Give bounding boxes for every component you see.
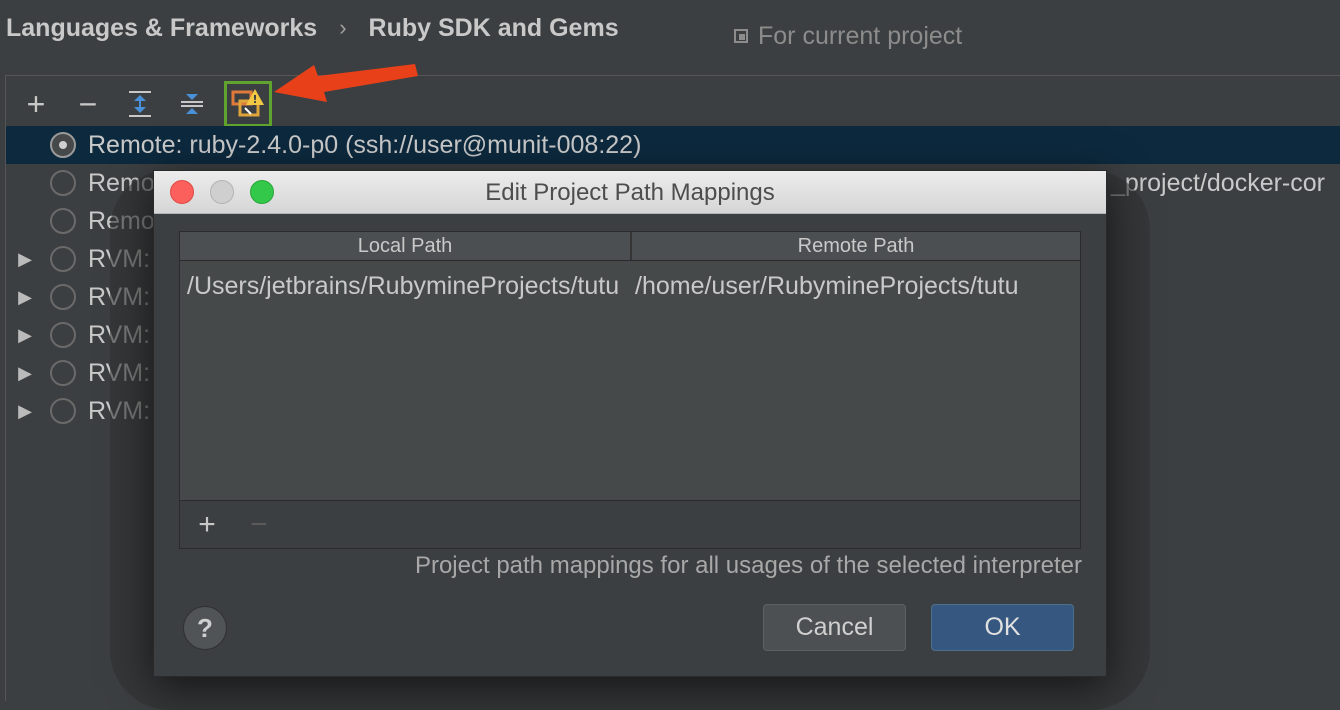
column-header-local-path[interactable]: Local Path [180,232,632,260]
remove-sdk-button[interactable]: − [68,84,108,124]
sdk-radio-button[interactable] [50,284,76,310]
sdk-radio-button[interactable] [50,208,76,234]
remote-path-cell[interactable]: /home/user/RubymineProjects/tutu [630,272,1080,301]
path-mappings-icon: ! [231,89,264,117]
breadcrumb-separator: › [339,15,347,40]
breadcrumb: Languages & Frameworks › Ruby SDK and Ge… [6,12,619,44]
breadcrumb-current: Ruby SDK and Gems [368,13,619,42]
remove-mapping-button[interactable]: − [244,508,274,542]
edit-path-mappings-button[interactable]: ! [224,81,272,127]
sdk-radio-button[interactable] [50,170,76,196]
expand-arrow-icon[interactable]: ▶ [16,287,34,308]
dialog-hint: Project path mappings for all usages of … [414,552,1082,579]
ok-button[interactable]: OK [931,604,1074,651]
collapse-all-button[interactable] [172,84,212,124]
table-toolbar: + − [180,500,1080,548]
sdk-radio-button[interactable] [50,398,76,424]
svg-text:!: ! [252,93,257,106]
sdk-radio-button[interactable] [50,360,76,386]
sdk-list-item[interactable]: Remote: ruby-2.4.0-p0 (ssh://user@munit-… [6,126,1340,164]
scope-label: For current project [758,21,963,50]
dialog-titlebar: Edit Project Path Mappings [154,171,1106,214]
table-header: Local Path Remote Path [180,232,1080,261]
collapse-all-icon [181,94,203,114]
local-path-cell[interactable]: /Users/jetbrains/RubymineProjects/tutu [180,272,630,301]
sdk-radio-button[interactable] [50,322,76,348]
add-mapping-button[interactable]: + [192,508,222,542]
path-mappings-table: Local Path Remote Path /Users/jetbrains/… [179,231,1081,549]
column-header-remote-path[interactable]: Remote Path [632,232,1080,260]
expand-arrow-icon[interactable]: ▶ [16,363,34,384]
sdk-radio-button[interactable] [50,132,76,158]
expand-all-button[interactable] [120,84,160,124]
expand-arrow-icon[interactable]: ▶ [16,249,34,270]
cancel-button[interactable]: Cancel [763,604,906,651]
expand-all-icon [129,91,151,117]
breadcrumb-parent[interactable]: Languages & Frameworks [6,14,317,43]
help-button[interactable]: ? [183,606,227,650]
table-row[interactable]: /Users/jetbrains/RubymineProjects/tutu /… [180,264,1080,308]
sdk-radio-button[interactable] [50,246,76,272]
edit-path-mappings-dialog: Edit Project Path Mappings Local Path Re… [153,170,1107,677]
project-scope-icon [734,29,748,43]
sdk-toolbar: + − ! [16,81,284,127]
add-sdk-button[interactable]: + [16,84,56,124]
expand-arrow-icon[interactable]: ▶ [16,401,34,422]
callout-arrow-icon [274,64,418,102]
scope-indicator: For current project [734,20,962,52]
expand-arrow-icon[interactable]: ▶ [16,325,34,346]
sdk-label-overflow: _project/docker-cor [1111,169,1325,197]
sdk-label: Remote: ruby-2.4.0-p0 (ssh://user@munit-… [88,130,642,159]
dialog-title: Edit Project Path Mappings [485,179,775,206]
